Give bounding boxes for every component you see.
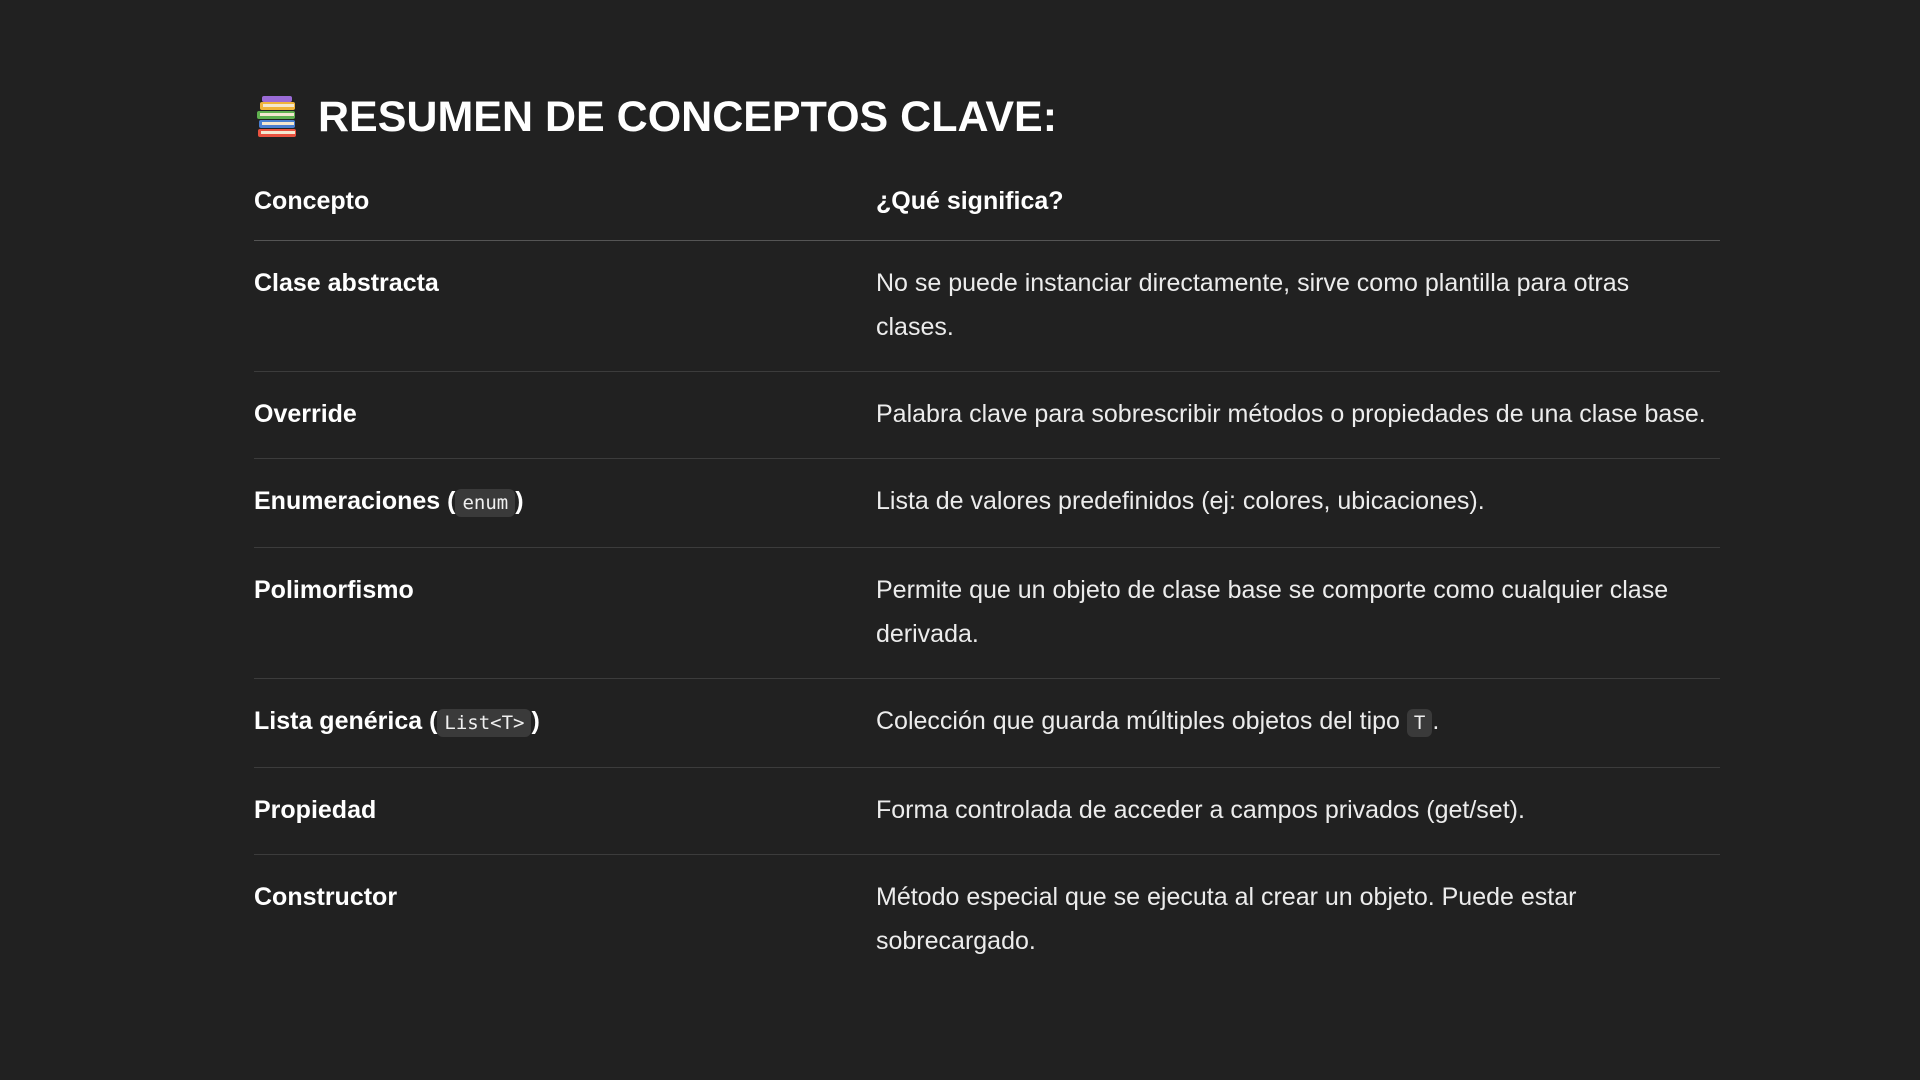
meaning-cell: Permite que un objeto de clase base se c… [876,547,1720,679]
table-row: Override Palabra clave para sobrescribir… [254,371,1720,459]
concept-cell: Polimorfismo [254,547,876,679]
table-row: Constructor Método especial que se ejecu… [254,855,1720,986]
concept-text: Lista genérica ( [254,707,438,735]
section-title: RESUMEN DE CONCEPTOS CLAVE: [318,92,1058,141]
meaning-cell: Palabra clave para sobrescribir métodos … [876,371,1720,459]
meaning-text-after: . [1432,707,1440,735]
concept-cell: Lista genérica (List<T>) [254,678,876,768]
meaning-text: Colección que guarda múltiples objetos d… [876,707,1407,735]
concepts-table: Concepto ¿Qué significa? Clase abstracta… [254,176,1720,985]
inline-code: List<T> [437,709,532,737]
concept-cell: Propiedad [254,767,876,855]
table-row: Polimorfismo Permite que un objeto de cl… [254,547,1720,679]
concept-text: Enumeraciones ( [254,487,456,515]
concept-cell: Clase abstracta [254,240,876,372]
table-row: Lista genérica (List<T>) Colección que g… [254,678,1720,768]
meaning-cell: Forma controlada de acceder a campos pri… [876,767,1720,855]
summary-section: RESUMEN DE CONCEPTOS CLAVE: Concepto ¿Qu… [254,86,1720,985]
header-concept: Concepto [254,176,876,241]
books-icon [257,96,296,137]
concept-text-after: ) [531,707,540,735]
meaning-cell: No se puede instanciar directamente, sir… [876,240,1720,372]
meaning-cell: Colección que guarda múltiples objetos d… [876,678,1720,768]
inline-code: T [1406,709,1433,737]
inline-code: enum [455,489,516,517]
concept-text-after: ) [515,487,524,515]
meaning-cell: Método especial que se ejecuta al crear … [876,883,1577,955]
table-row: Enumeraciones (enum) Lista de valores pr… [254,458,1720,548]
concept-cell: Enumeraciones (enum) [254,458,876,548]
meaning-cell: Lista de valores predefinidos (ej: color… [876,458,1720,548]
section-heading: RESUMEN DE CONCEPTOS CLAVE: [254,86,1720,148]
table-header-row: Concepto ¿Qué significa? [254,176,1720,241]
concept-cell: Constructor [254,883,398,911]
header-meaning: ¿Qué significa? [876,176,1720,241]
table-row: Propiedad Forma controlada de acceder a … [254,767,1720,855]
table-row: Clase abstracta No se puede instanciar d… [254,240,1720,372]
concept-cell: Override [254,371,876,459]
